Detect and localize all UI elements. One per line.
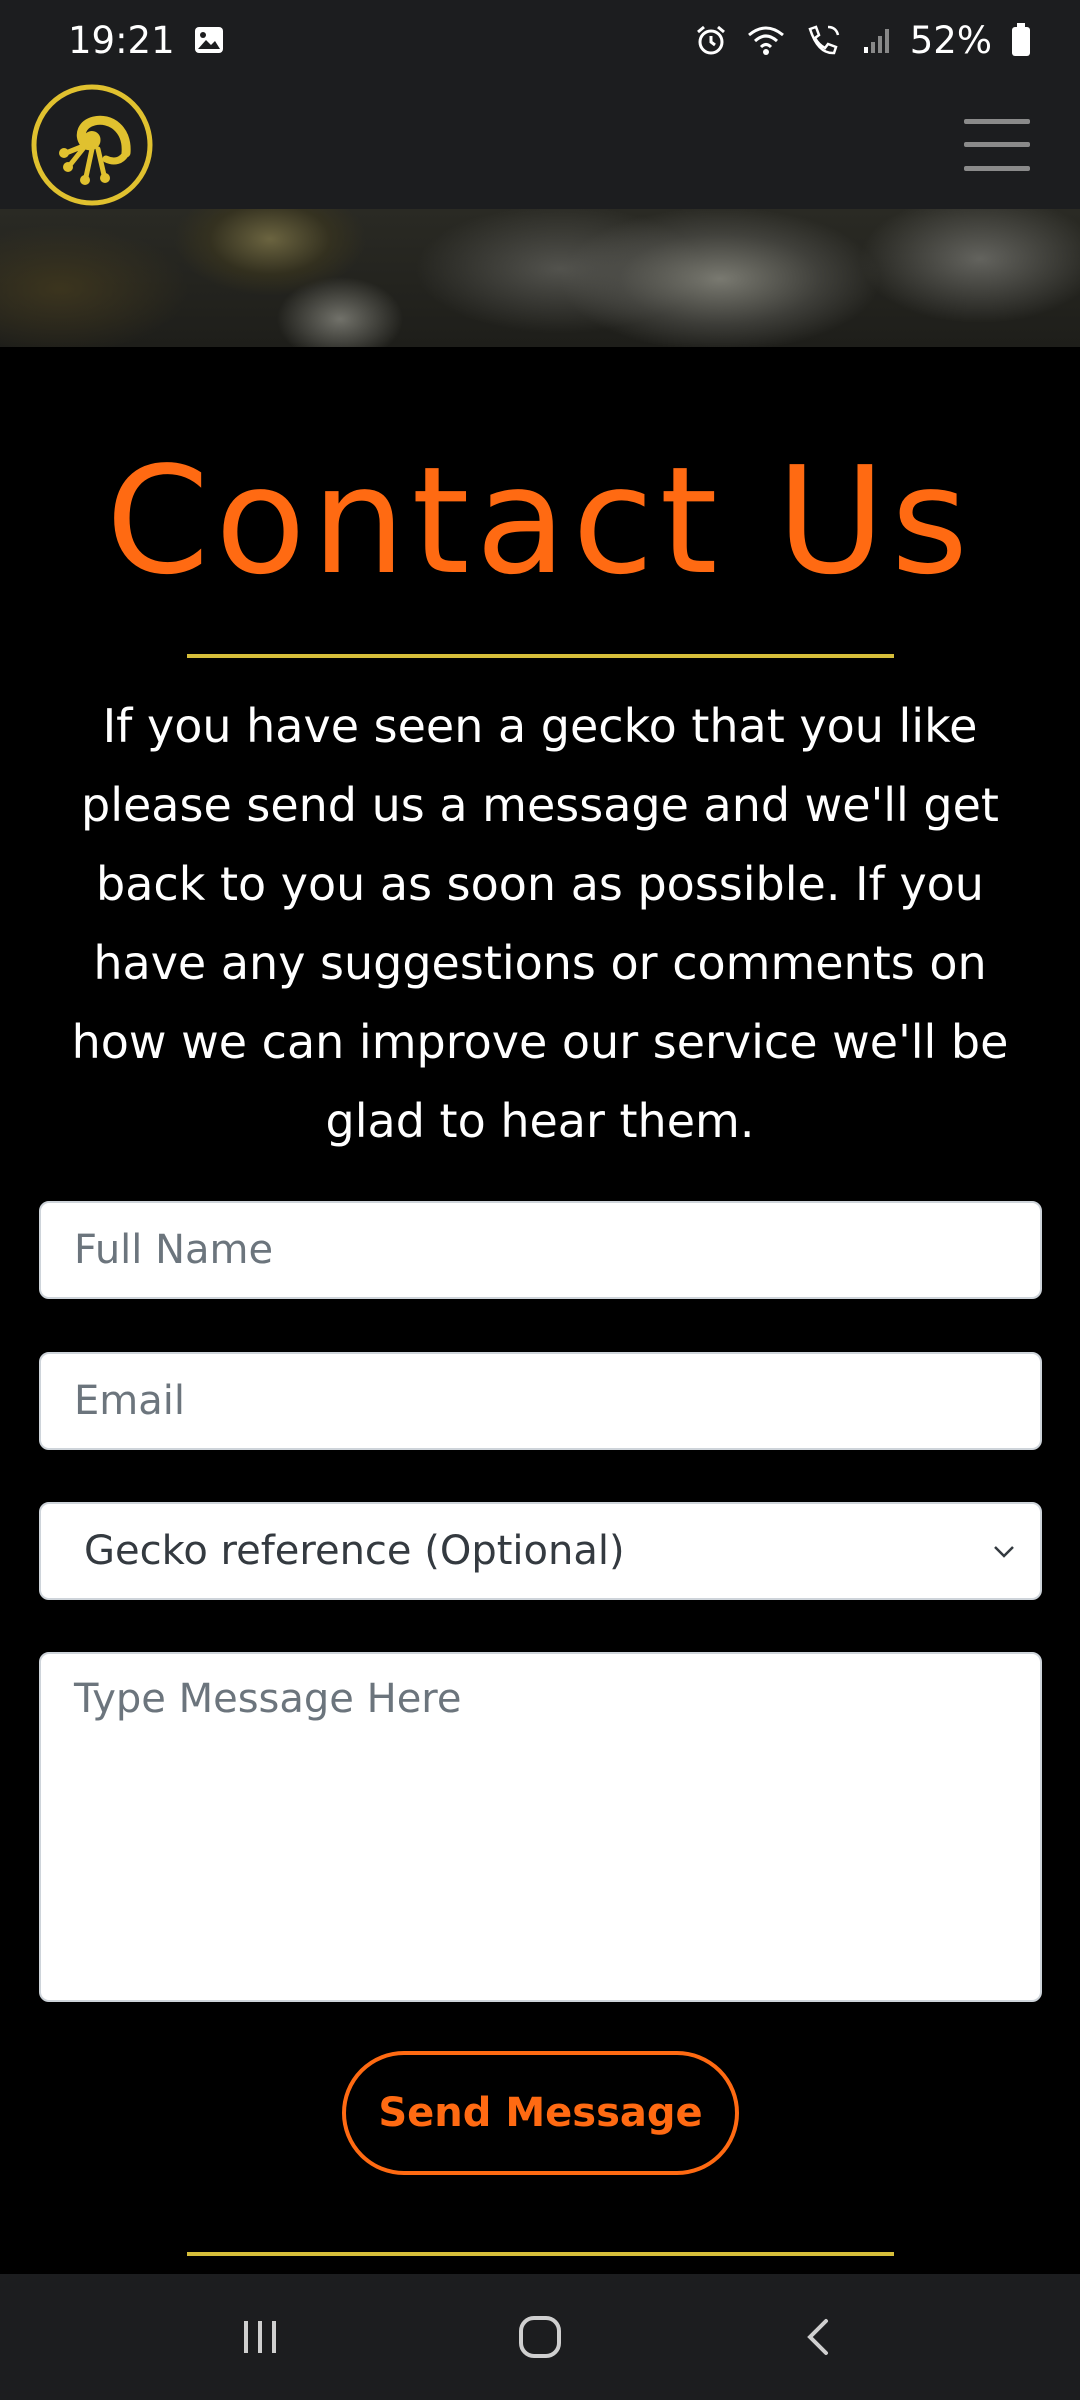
chevron-down-icon [994,1546,1014,1558]
message-textarea[interactable]: Type Message Here [39,1652,1042,2002]
hamburger-line [964,142,1030,147]
system-nav-bar [0,2274,1080,2400]
recent-apps-icon[interactable] [220,2297,300,2377]
page-title: Contact Us [105,435,975,607]
contact-section: Contact Us If you have seen a gecko that… [0,347,1080,2274]
status-time: 19:21 [68,18,175,62]
full-name-input[interactable]: Full Name [39,1201,1042,1299]
gecko-reference-value: Gecko reference (Optional) [84,1528,625,1574]
full-name-placeholder: Full Name [74,1227,274,1273]
email-input[interactable]: Email [39,1352,1042,1450]
gecko-logo-icon[interactable] [30,83,154,207]
battery-percent: 52% [909,18,992,62]
status-bar: 19:21 52% [0,0,1080,80]
gecko-reference-select[interactable]: Gecko reference (Optional) [39,1502,1042,1600]
hamburger-line [964,165,1030,171]
wifi-icon [746,23,786,57]
send-message-button[interactable]: Send Message [342,2051,739,2175]
back-icon[interactable] [780,2297,860,2377]
title-divider [187,654,894,658]
footer-divider [187,2252,894,2256]
message-placeholder: Type Message Here [74,1676,462,1722]
intro-text: If you have seen a gecko that you like p… [71,699,1009,1148]
status-left: 19:21 [68,19,225,62]
alarm-icon [694,23,728,57]
email-placeholder: Email [74,1378,185,1424]
hamburger-line [964,118,1030,124]
home-icon[interactable] [500,2297,580,2377]
status-right: 52% [694,19,1032,62]
wifi-calling-icon [804,23,844,57]
image-icon [193,24,225,56]
battery-icon [1010,22,1032,58]
hero-image [0,209,1080,347]
hamburger-menu-icon[interactable] [964,118,1030,171]
signal-icon [862,25,892,55]
site-navbar [0,80,1080,209]
